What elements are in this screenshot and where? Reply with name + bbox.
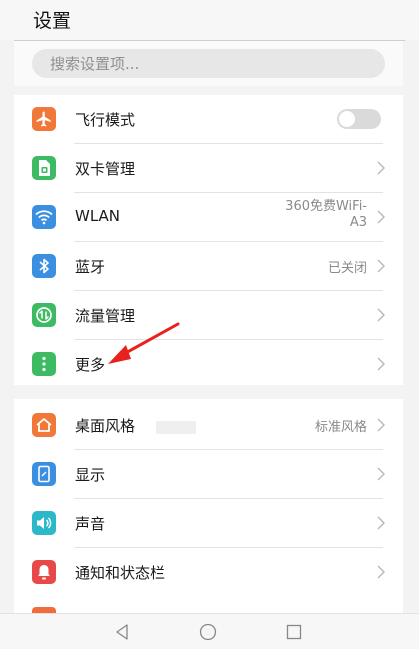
row-label: 桌面风格 — [75, 417, 136, 435]
row-label: 双卡管理 — [75, 160, 136, 178]
recents-square-icon — [286, 624, 302, 640]
home-style-value: 标准风格 — [314, 420, 367, 435]
row-bluetooth[interactable]: 蓝牙 已关闭 — [14, 242, 403, 291]
data-usage-icon — [32, 303, 56, 327]
chevron-right-icon — [377, 161, 385, 175]
top-bar: 设置 — [0, 0, 419, 40]
wlan-status-line1: 360免费WiFi- — [285, 199, 367, 214]
search-input[interactable] — [32, 49, 385, 78]
row-label: 声音 — [75, 515, 106, 533]
chevron-right-icon — [377, 308, 385, 322]
chevron-right-icon — [377, 565, 385, 579]
chevron-right-icon — [377, 259, 385, 273]
row-more[interactable]: 更多 — [14, 340, 403, 389]
navigation-bar — [0, 613, 419, 649]
row-notifications[interactable]: 通知和状态栏 — [14, 548, 403, 597]
bluetooth-icon — [32, 254, 56, 278]
settings-group-personalization: 桌面风格 标准风格 显示 声音 通知和状态栏 — [14, 399, 403, 613]
row-sound[interactable]: 声音 — [14, 499, 403, 548]
wifi-icon — [32, 205, 56, 229]
chevron-right-icon — [377, 516, 385, 530]
speaker-icon — [32, 511, 56, 535]
row-data-usage[interactable]: 流量管理 — [14, 291, 403, 340]
row-label: 通知和状态栏 — [75, 564, 166, 582]
row-label: 流量管理 — [75, 307, 136, 325]
chevron-right-icon — [377, 467, 385, 481]
settings-group-network: 飞行模式 双卡管理 WLAN 360免费WiFi- A3 蓝牙 已关闭 流量管理… — [14, 95, 403, 385]
row-label: 飞行模式 — [75, 111, 136, 129]
back-button[interactable] — [112, 622, 132, 642]
chevron-right-icon — [377, 418, 385, 432]
home-icon — [32, 413, 56, 437]
row-label: 蓝牙 — [75, 258, 106, 276]
toggle-knob — [339, 111, 355, 127]
chevron-right-icon — [377, 210, 385, 224]
airplane-mode-toggle[interactable] — [337, 109, 381, 129]
recents-button[interactable] — [284, 622, 304, 642]
row-label: WLAN — [75, 207, 121, 225]
bell-icon — [32, 560, 56, 584]
row-label: 更多 — [75, 356, 106, 374]
search-area — [14, 41, 403, 86]
next-row-peek — [14, 603, 403, 615]
row-home-style[interactable]: 桌面风格 标准风格 — [14, 401, 403, 450]
wlan-status: 360免费WiFi- A3 — [285, 199, 367, 231]
row-airplane-mode[interactable]: 飞行模式 — [14, 95, 403, 144]
row-label: 显示 — [75, 466, 106, 484]
row-display[interactable]: 显示 — [14, 450, 403, 499]
blurred-region — [156, 421, 196, 434]
sim-card-icon — [32, 156, 56, 180]
chevron-right-icon — [377, 357, 385, 371]
page-title: 设置 — [33, 10, 72, 32]
airplane-icon — [32, 107, 56, 131]
home-button[interactable] — [198, 622, 218, 642]
row-dual-sim[interactable]: 双卡管理 — [14, 144, 403, 193]
home-circle-icon — [199, 623, 217, 641]
row-wlan[interactable]: WLAN 360免费WiFi- A3 — [14, 193, 403, 242]
bluetooth-status: 已关闭 — [327, 261, 367, 276]
more-dots-icon — [32, 352, 56, 376]
back-icon — [116, 624, 128, 640]
display-icon — [32, 462, 56, 486]
wlan-status-line2: A3 — [349, 215, 367, 230]
